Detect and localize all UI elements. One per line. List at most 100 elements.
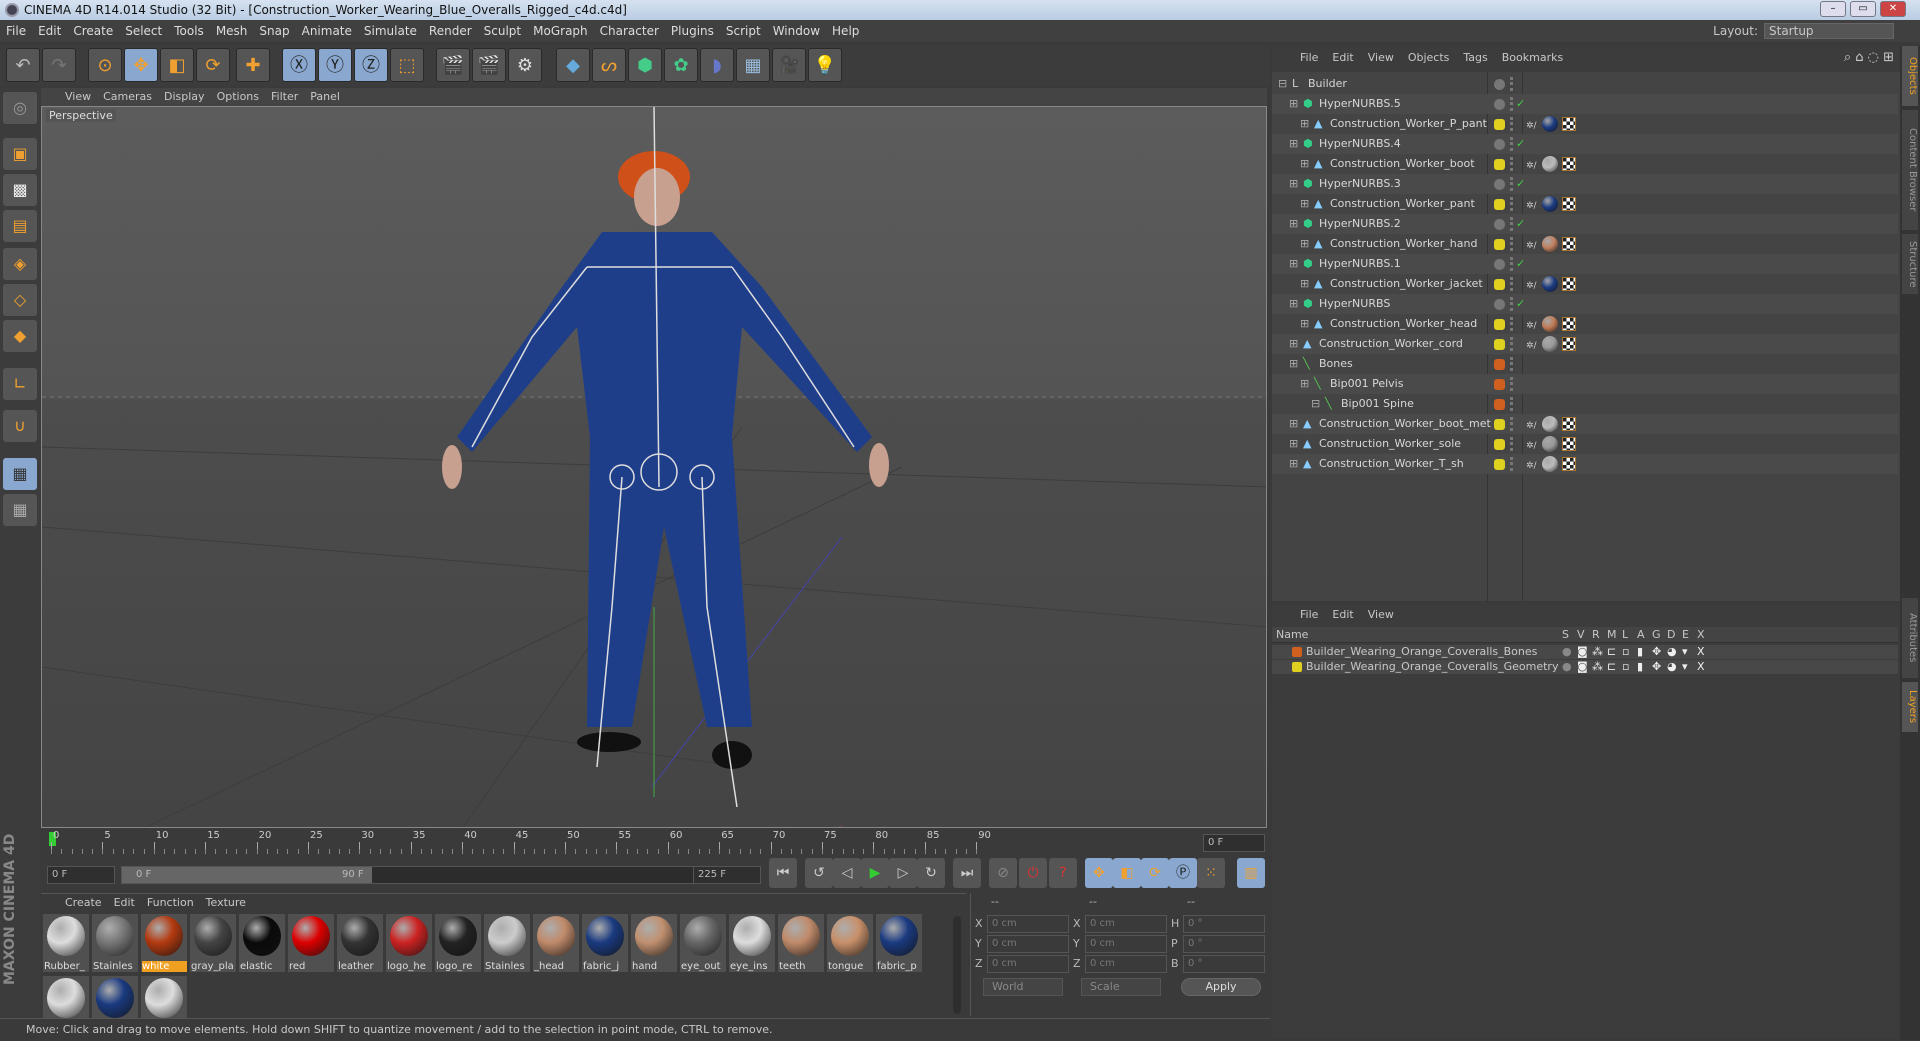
- viewport-menu-options[interactable]: Options: [217, 90, 259, 103]
- uvw-tag-icon[interactable]: [1562, 197, 1576, 211]
- z-axis-button[interactable]: Ⓩ: [354, 48, 388, 82]
- menu-edit[interactable]: Edit: [32, 20, 67, 42]
- visibility-toggle[interactable]: [1510, 297, 1514, 311]
- viewport-menu-cameras[interactable]: Cameras: [103, 90, 152, 103]
- layer-color-dot[interactable]: [1494, 239, 1505, 250]
- material-tag-icon[interactable]: [1542, 116, 1558, 132]
- expand-toggle-icon[interactable]: ⊞: [1289, 137, 1301, 151]
- menu-plugins[interactable]: Plugins: [665, 20, 720, 42]
- expand-toggle-icon[interactable]: ⊞: [1300, 237, 1312, 251]
- coord-value-field[interactable]: 0 °: [1183, 935, 1265, 953]
- menu-select[interactable]: Select: [119, 20, 168, 42]
- layer-color-dot[interactable]: [1494, 99, 1505, 110]
- expand-toggle-icon[interactable]: ⊞: [1289, 257, 1301, 271]
- play-button[interactable]: ▶: [861, 858, 889, 888]
- object-row[interactable]: ⊞ ▲ Construction_Worker_jacket ✲/: [1272, 274, 1898, 294]
- enabled-check-icon[interactable]: ✓: [1516, 94, 1525, 114]
- close-button[interactable]: ✕: [1880, 1, 1906, 17]
- end-frame-field[interactable]: 225 F: [693, 866, 761, 884]
- layer-color-swatch[interactable]: [1292, 647, 1302, 657]
- phong-tag-icon[interactable]: ✲/: [1526, 416, 1540, 431]
- y-axis-button[interactable]: Ⓨ: [318, 48, 352, 82]
- mograph-button[interactable]: ✿: [664, 48, 698, 82]
- phong-tag-icon[interactable]: ✲/: [1526, 456, 1540, 471]
- uvw-tag-icon[interactable]: [1562, 277, 1576, 291]
- object-search-icons[interactable]: ⌕ ⌂ ◌ ⊞: [1844, 50, 1894, 65]
- polygons-mode-button[interactable]: ◆: [3, 320, 37, 352]
- rotate-tool-button[interactable]: ⟳: [196, 48, 230, 82]
- expand-toggle-icon[interactable]: ⊞: [1289, 177, 1301, 191]
- timeline-window-button[interactable]: ▥: [1237, 858, 1265, 888]
- render-picture-viewer-button[interactable]: 🎬: [472, 48, 506, 82]
- menu-tools[interactable]: Tools: [168, 20, 210, 42]
- viewport-menu-view[interactable]: View: [65, 90, 91, 103]
- next-frame-button[interactable]: ▷: [889, 858, 917, 888]
- enabled-check-icon[interactable]: ✓: [1516, 134, 1525, 154]
- layer-color-dot[interactable]: [1494, 219, 1505, 230]
- object-name[interactable]: HyperNURBS.5: [1319, 94, 1401, 114]
- layer-name[interactable]: Builder_Wearing_Orange_Coveralls_Geometr…: [1306, 660, 1558, 674]
- layer-toggle-icon[interactable]: ✥: [1652, 645, 1661, 659]
- layer-toggle-icon[interactable]: ◙: [1577, 660, 1588, 674]
- layer-color-dot[interactable]: [1494, 179, 1505, 190]
- menu-script[interactable]: Script: [720, 20, 767, 42]
- menu-mograph[interactable]: MoGraph: [527, 20, 594, 42]
- material-tag-icon[interactable]: [1542, 276, 1558, 292]
- object-name[interactable]: Builder: [1308, 74, 1347, 94]
- cube-button[interactable]: ◆: [556, 48, 590, 82]
- side-tab-objects[interactable]: Objects: [1902, 46, 1918, 106]
- layer-toggle-icon[interactable]: ●: [1562, 660, 1572, 674]
- side-tab-layers[interactable]: Layers: [1902, 682, 1918, 732]
- visibility-toggle[interactable]: [1510, 97, 1514, 111]
- previous-frame-button[interactable]: ◁: [833, 858, 861, 888]
- visibility-toggle[interactable]: [1510, 217, 1514, 231]
- material-swatch[interactable]: hand: [631, 914, 677, 972]
- material-swatch[interactable]: gray_pla: [190, 914, 236, 972]
- uvw-tag-icon[interactable]: [1562, 337, 1576, 351]
- object-name[interactable]: Construction_Worker_P_pant: [1330, 114, 1487, 134]
- undo-button[interactable]: ↶: [6, 48, 40, 82]
- coord-value-field[interactable]: 0 cm: [987, 915, 1069, 933]
- coord-value-field[interactable]: 0 cm: [1085, 935, 1167, 953]
- side-tab-structure[interactable]: Structure: [1902, 234, 1918, 294]
- texture-mode-button[interactable]: ▩: [3, 174, 37, 206]
- layout-selector[interactable]: Layout: Startup: [1713, 23, 1894, 39]
- object-row[interactable]: ⊞ ▲ Construction_Worker_sole ✲/: [1272, 434, 1898, 454]
- uvw-tag-icon[interactable]: [1562, 237, 1576, 251]
- live-select-button[interactable]: ⊙: [88, 48, 122, 82]
- object-row[interactable]: ⊞ ╲ Bones: [1272, 354, 1898, 374]
- object-row[interactable]: ⊞ ⬢ HyperNURBS.1 ✓: [1272, 254, 1898, 274]
- layer-toggle-icon[interactable]: ▮: [1637, 660, 1643, 674]
- object-name[interactable]: Bip001 Spine: [1341, 394, 1414, 414]
- object-name[interactable]: HyperNURBS.2: [1319, 214, 1401, 234]
- object-name[interactable]: Construction_Worker_jacket: [1330, 274, 1483, 294]
- object-row[interactable]: ⊞ ╲ Bip001 Pelvis: [1272, 374, 1898, 394]
- layer-toggle-icon[interactable]: ⊏: [1607, 660, 1616, 674]
- keyframe-selection-button[interactable]: ?: [1049, 858, 1077, 888]
- coord-value-field[interactable]: 0 cm: [987, 955, 1069, 973]
- object-menu-edit[interactable]: Edit: [1332, 51, 1353, 64]
- material-scrollbar[interactable]: [953, 916, 961, 1014]
- visibility-toggle[interactable]: [1510, 277, 1514, 291]
- coordinate-scale-dropdown[interactable]: Scale: [1081, 978, 1161, 996]
- key-scale-button[interactable]: ◧: [1113, 858, 1141, 888]
- layer-toggle-icon[interactable]: ⊏: [1607, 645, 1616, 659]
- layer-toggle-icon[interactable]: X: [1697, 645, 1705, 659]
- object-name[interactable]: Construction_Worker_cord: [1319, 334, 1463, 354]
- object-row[interactable]: ⊞ ▲ Construction_Worker_pant ✲/: [1272, 194, 1898, 214]
- object-name[interactable]: Bip001 Pelvis: [1330, 374, 1403, 394]
- object-row[interactable]: ⊞ ⬢ HyperNURBS.4 ✓: [1272, 134, 1898, 154]
- snap-magnet-button[interactable]: ∪: [3, 410, 37, 442]
- material-tag-icon[interactable]: [1542, 236, 1558, 252]
- layer-color-dot[interactable]: [1494, 359, 1505, 370]
- coord-value-field[interactable]: 0 °: [1183, 955, 1265, 973]
- visibility-toggle[interactable]: [1510, 337, 1514, 351]
- key-parameter-button[interactable]: Ⓟ: [1169, 858, 1197, 888]
- object-menu-objects[interactable]: Objects: [1408, 51, 1450, 64]
- axis-mode-button[interactable]: ∟: [3, 368, 37, 400]
- material-tag-icon[interactable]: [1542, 416, 1558, 432]
- go-to-end-button[interactable]: ⏭: [953, 858, 981, 888]
- object-name[interactable]: Construction_Worker_hand: [1330, 234, 1477, 254]
- object-name[interactable]: HyperNURBS.4: [1319, 134, 1401, 154]
- next-key-button[interactable]: ↻: [917, 858, 945, 888]
